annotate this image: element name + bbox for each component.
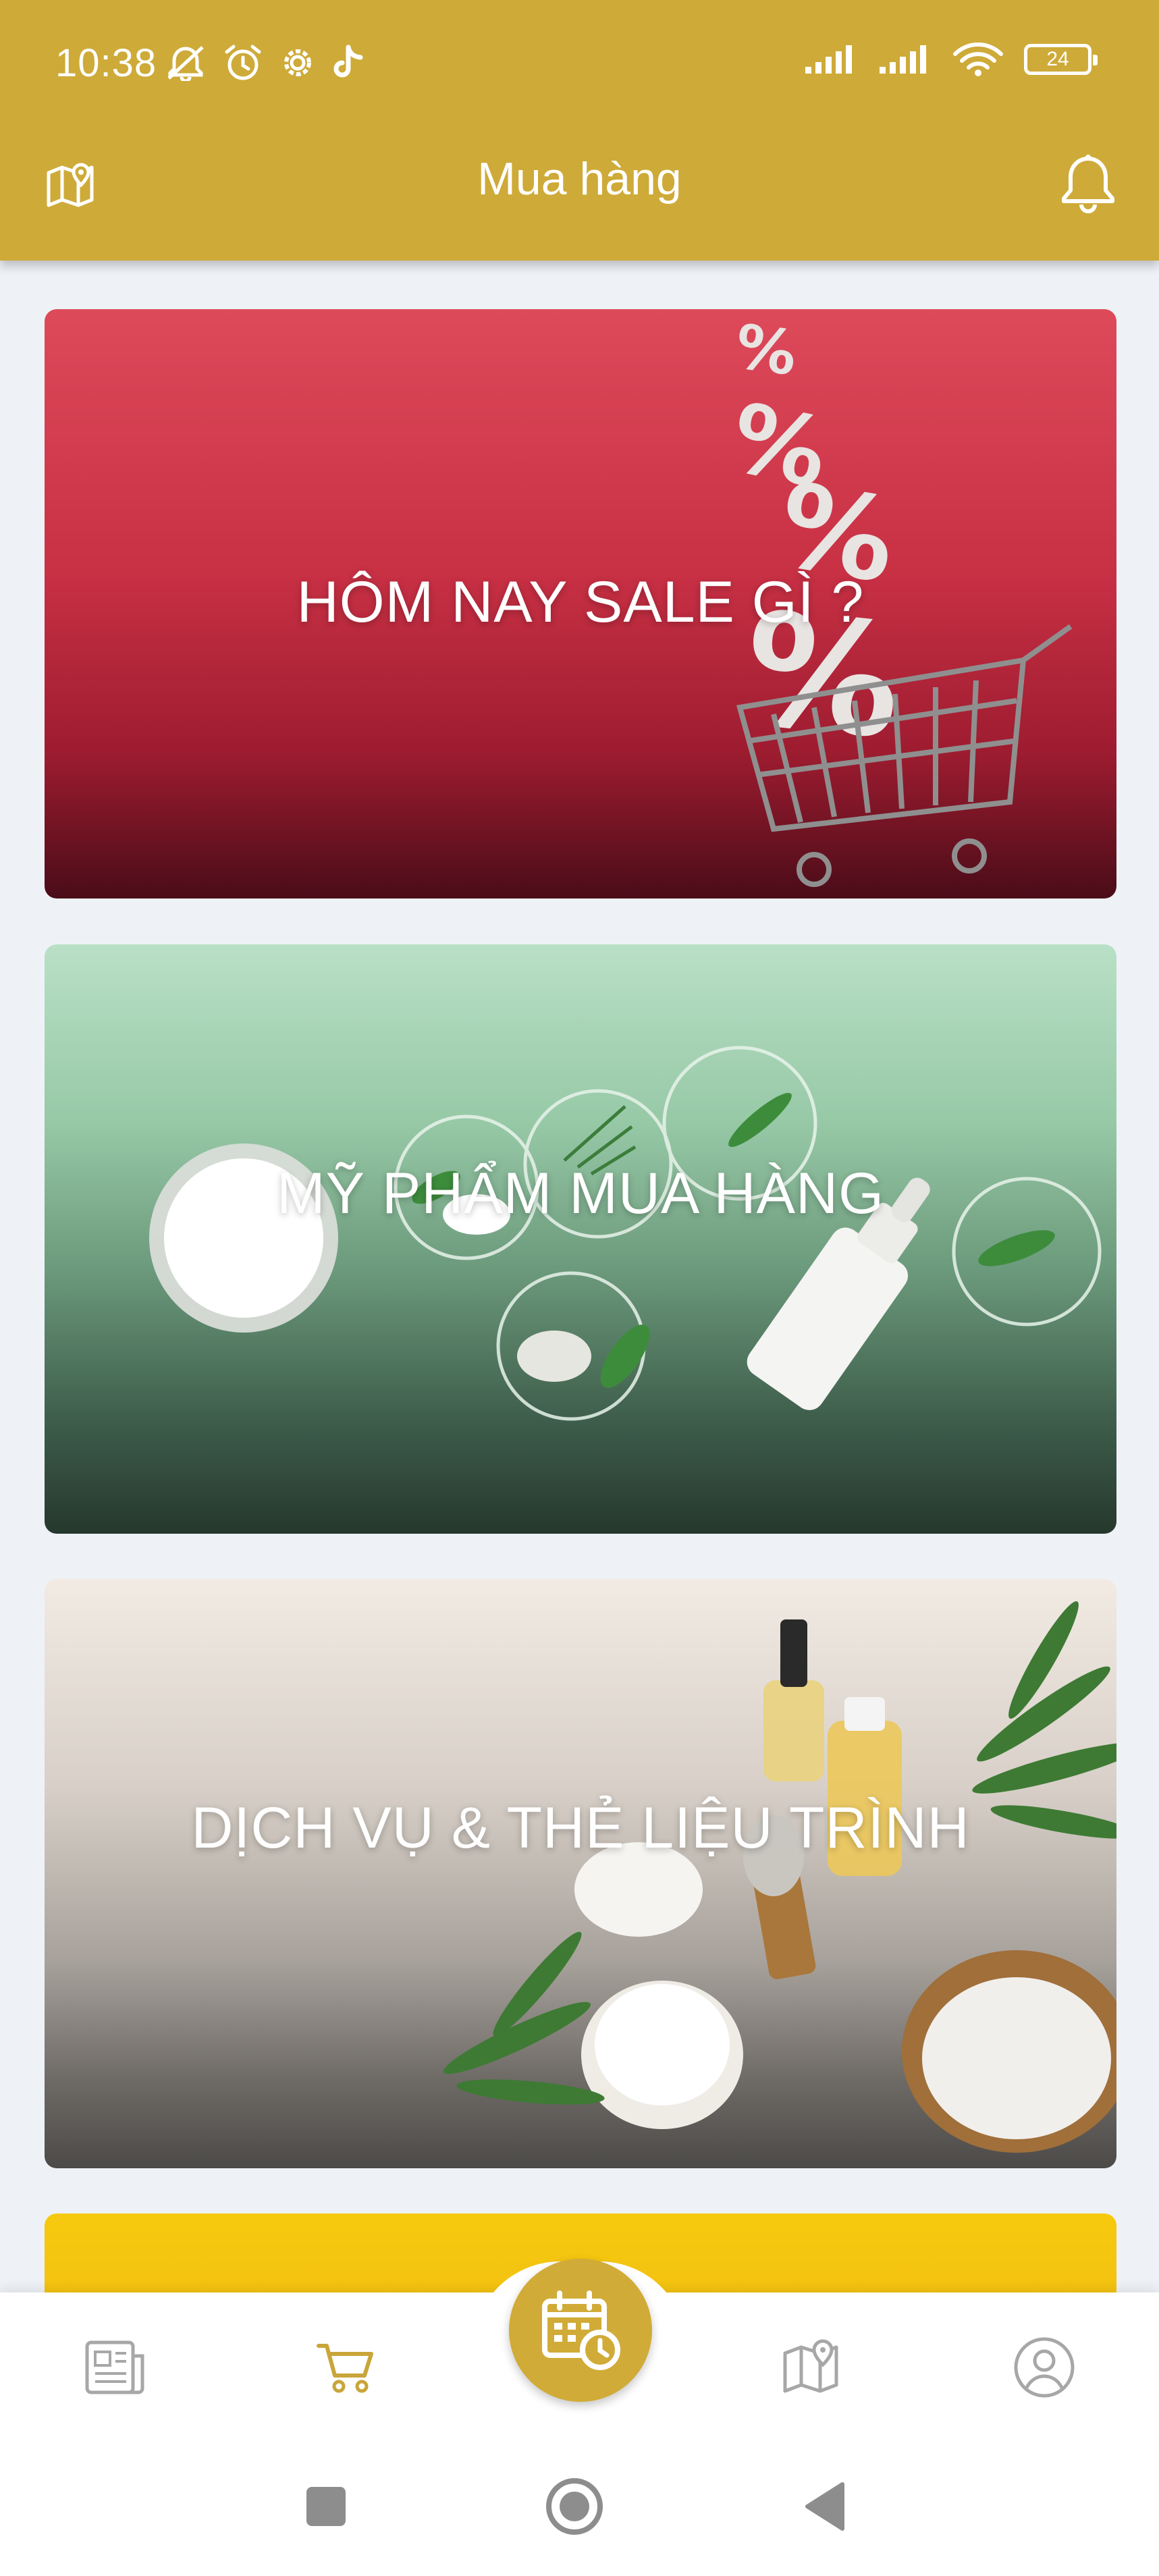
home-button[interactable] <box>537 2469 612 2544</box>
recents-button[interactable] <box>289 2469 363 2544</box>
app-bar: Mua hàng <box>0 128 1159 261</box>
user-circle-icon <box>1014 2337 1075 2398</box>
wifi-icon <box>953 42 1003 76</box>
status-time: 10:38 <box>55 41 157 85</box>
tiktok-icon <box>333 45 363 78</box>
status-left-icons <box>163 43 367 82</box>
header: 10:38 24 Mua hàng <box>0 0 1159 261</box>
signal-icon <box>805 45 852 74</box>
cosmetics-card[interactable]: MỸ PHẨM MUA HÀNG <box>45 944 1116 1534</box>
page-title: Mua hàng <box>477 153 682 205</box>
nav-map[interactable] <box>775 2330 849 2405</box>
services-card-title: DỊCH VỤ & THẺ LIỆU TRÌNH <box>191 1796 970 1860</box>
nav-account[interactable] <box>1007 2330 1081 2405</box>
spa-products-image <box>443 1601 1116 2153</box>
calendar-clock-icon <box>542 2290 620 2370</box>
back-triangle-icon <box>805 2482 844 2531</box>
alarm-icon <box>225 45 261 80</box>
back-button[interactable] <box>788 2469 863 2544</box>
sale-card[interactable]: % % % % HÔM NAY SALE GÌ ? <box>45 309 1116 898</box>
battery-indicator: 24 <box>1024 44 1098 75</box>
cart-icon <box>317 2344 373 2393</box>
status-right-icons: 24 <box>804 42 1098 77</box>
map-pin-icon <box>783 2339 838 2393</box>
notifications-muted-icon <box>167 46 204 81</box>
category-list: % % % % HÔM NAY SALE GÌ ? MỸ PHẨM MUA HÀ… <box>0 261 1159 2292</box>
notifications-button[interactable] <box>1051 147 1125 221</box>
square-icon <box>306 2487 346 2526</box>
system-navigation <box>0 2436 1159 2576</box>
cosmetics-products-image <box>149 1046 1102 1421</box>
nav-news[interactable] <box>78 2330 153 2405</box>
bell-icon <box>1062 155 1114 213</box>
svg-text:%: % <box>731 311 801 390</box>
gear-icon <box>284 49 311 76</box>
services-card[interactable]: DỊCH VỤ & THẺ LIỆU TRÌNH <box>45 1579 1116 2168</box>
booking-button[interactable] <box>509 2259 652 2402</box>
signal-icon <box>880 45 926 74</box>
battery-level: 24 <box>1046 48 1069 70</box>
sale-card-title: HÔM NAY SALE GÌ ? <box>296 570 865 635</box>
nav-cart[interactable] <box>309 2330 383 2405</box>
home-circle-icon <box>546 2478 603 2535</box>
newspaper-icon <box>85 2340 144 2394</box>
status-bar: 10:38 24 <box>0 0 1159 128</box>
cosmetics-card-title: MỸ PHẨM MUA HÀNG <box>277 1161 884 1226</box>
